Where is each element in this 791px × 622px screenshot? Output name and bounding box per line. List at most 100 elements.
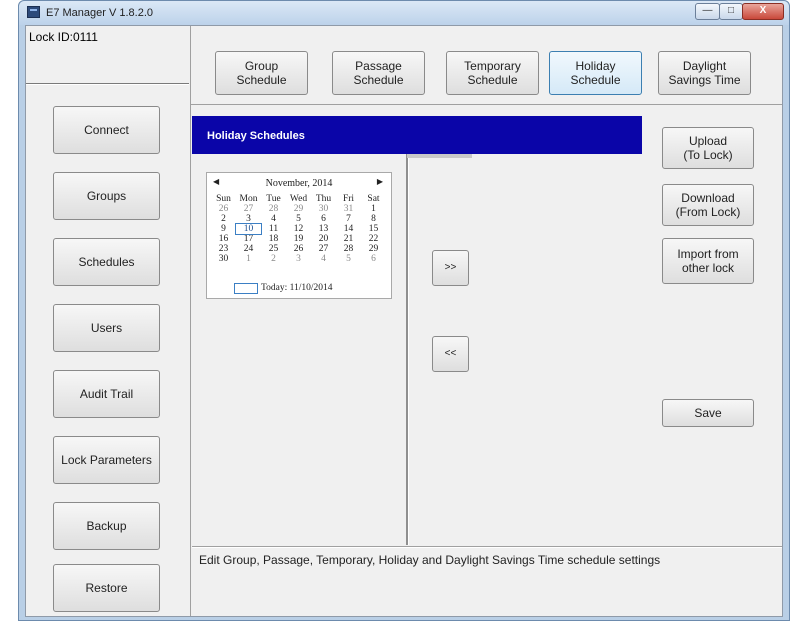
client-area: Lock ID: 0111 Connect Groups Schedules U… xyxy=(25,25,783,617)
calendar-day[interactable]: 24 xyxy=(236,244,261,254)
app-icon xyxy=(27,6,40,18)
calendar-day[interactable]: 13 xyxy=(311,224,336,234)
maximize-button[interactable]: □ xyxy=(719,3,743,20)
tab-label-line1: Daylight xyxy=(682,59,727,73)
calendar-day[interactable]: 11 xyxy=(261,224,286,234)
calendar-day[interactable]: 30 xyxy=(311,204,336,214)
schedules-button[interactable]: Schedules xyxy=(53,238,160,286)
calendar-day[interactable]: 1 xyxy=(361,204,386,214)
tab-group-schedule[interactable]: Group Schedule xyxy=(215,51,308,95)
calendar-day[interactable]: 3 xyxy=(236,214,261,224)
calendar-day[interactable]: 27 xyxy=(236,204,261,214)
app-window: E7 Manager V 1.8.2.0 — □ X Lock ID: 0111… xyxy=(18,0,790,621)
add-holiday-button[interactable]: >> xyxy=(432,250,469,286)
tab-label-line2: Schedule xyxy=(467,73,518,87)
calendar-day[interactable]: 7 xyxy=(336,214,361,224)
calendar-day[interactable]: 31 xyxy=(336,204,361,214)
calendar-day[interactable]: 4 xyxy=(311,254,336,264)
calendar-weekday-row: Sun Mon Tue Wed Thu Fri Sat xyxy=(211,194,386,204)
calendar-day[interactable]: 19 xyxy=(286,234,311,244)
panel-title: Holiday Schedules xyxy=(207,130,305,142)
tab-holiday-schedule[interactable]: Holiday Schedule xyxy=(549,51,642,95)
calendar-day[interactable]: 26 xyxy=(211,204,236,214)
next-month-icon[interactable]: ▶ xyxy=(377,177,383,186)
button-label-line1: Upload xyxy=(688,134,727,148)
calendar-day[interactable]: 29 xyxy=(286,204,311,214)
button-label-line1: Download xyxy=(681,191,735,205)
lock-id-label: Lock ID: xyxy=(29,30,74,44)
tab-label-line1: Group xyxy=(244,59,279,73)
calendar-day[interactable]: 22 xyxy=(361,234,386,244)
weekday-label: Sat xyxy=(367,194,380,204)
status-bar: Edit Group, Passage, Temporary, Holiday … xyxy=(192,546,782,617)
calendar-day[interactable]: 21 xyxy=(336,234,361,244)
audit-trail-button[interactable]: Audit Trail xyxy=(53,370,160,418)
calendar-day[interactable]: 28 xyxy=(336,244,361,254)
restore-button[interactable]: Restore xyxy=(53,564,160,612)
tab-label-line1: Holiday xyxy=(575,59,616,73)
calendar-week-row: 30 1 2 3 4 5 6 xyxy=(211,254,386,264)
calendar-day[interactable]: 26 xyxy=(286,244,311,254)
panel-divider xyxy=(406,154,409,545)
minimize-button[interactable]: — xyxy=(695,3,720,20)
calendar-day[interactable]: 15 xyxy=(361,224,386,234)
upload-to-lock-button[interactable]: Upload (To Lock) xyxy=(662,127,754,169)
calendar-day[interactable]: 5 xyxy=(336,254,361,264)
title-bar[interactable]: E7 Manager V 1.8.2.0 — □ X xyxy=(19,1,789,25)
calendar-week-row: 9 10 11 12 13 14 15 xyxy=(211,223,386,235)
calendar-day[interactable]: 20 xyxy=(311,234,336,244)
calendar-day[interactable]: 5 xyxy=(286,214,311,224)
tab-temporary-schedule[interactable]: Temporary Schedule xyxy=(446,51,539,95)
backup-button[interactable]: Backup xyxy=(53,502,160,550)
left-nav-pane: Lock ID: 0111 Connect Groups Schedules U… xyxy=(26,26,191,616)
calendar-day[interactable]: 18 xyxy=(261,234,286,244)
button-label-line2: (From Lock) xyxy=(675,205,741,219)
calendar-day[interactable]: 9 xyxy=(211,224,236,234)
month-calendar[interactable]: ◀ November, 2014 ▶ Sun Mon Tue Wed Thu F… xyxy=(206,172,392,299)
calendar-day[interactable]: 12 xyxy=(286,224,311,234)
save-button[interactable]: Save xyxy=(662,399,754,427)
download-from-lock-button[interactable]: Download (From Lock) xyxy=(662,184,754,226)
tab-passage-schedule[interactable]: Passage Schedule xyxy=(332,51,425,95)
calendar-day[interactable]: 2 xyxy=(211,214,236,224)
today-marker xyxy=(234,283,258,294)
calendar-week-row: 2 3 4 5 6 7 8 xyxy=(211,214,386,224)
button-label-line1: Import from xyxy=(677,247,739,261)
weekday-label: Tue xyxy=(266,194,281,204)
calendar-day[interactable]: 3 xyxy=(286,254,311,264)
calendar-day[interactable]: 6 xyxy=(311,214,336,224)
calendar-week-row: 16 17 18 19 20 21 22 xyxy=(211,234,386,244)
connect-button[interactable]: Connect xyxy=(53,106,160,154)
tab-daylight-savings-time[interactable]: Daylight Savings Time xyxy=(658,51,751,95)
lock-id-value: 0111 xyxy=(73,30,98,44)
calendar-day[interactable]: 27 xyxy=(311,244,336,254)
lock-id-box: Lock ID: 0111 xyxy=(26,26,189,84)
groups-button[interactable]: Groups xyxy=(53,172,160,220)
list-top-border xyxy=(407,154,472,158)
calendar-day[interactable]: 16 xyxy=(211,234,236,244)
calendar-day[interactable]: 4 xyxy=(261,214,286,224)
calendar-day[interactable]: 29 xyxy=(361,244,386,254)
calendar-day[interactable]: 6 xyxy=(361,254,386,264)
calendar-day[interactable]: 25 xyxy=(261,244,286,254)
calendar-day[interactable]: 23 xyxy=(211,244,236,254)
close-button[interactable]: X xyxy=(742,3,784,20)
calendar-day[interactable]: 17 xyxy=(236,234,261,244)
calendar-day[interactable]: 1 xyxy=(236,254,261,264)
calendar-day[interactable]: 28 xyxy=(261,204,286,214)
button-label-line2: other lock xyxy=(681,261,735,275)
calendar-day[interactable]: 30 xyxy=(211,254,236,264)
calendar-day[interactable]: 8 xyxy=(361,214,386,224)
remove-holiday-button[interactable]: << xyxy=(432,336,469,372)
calendar-day[interactable]: 2 xyxy=(261,254,286,264)
import-from-other-lock-button[interactable]: Import from other lock xyxy=(662,238,754,284)
calendar-day-selected[interactable]: 10 xyxy=(235,223,262,235)
tab-label-line2: Savings Time xyxy=(668,73,741,87)
weekday-label: Fri xyxy=(342,194,355,204)
weekday-label: Thu xyxy=(315,194,332,204)
calendar-day[interactable]: 14 xyxy=(336,224,361,234)
users-button[interactable]: Users xyxy=(53,304,160,352)
weekday-label: Wed xyxy=(289,194,308,204)
lock-parameters-button[interactable]: Lock Parameters xyxy=(53,436,160,484)
today-label[interactable]: Today: 11/10/2014 xyxy=(261,283,333,293)
